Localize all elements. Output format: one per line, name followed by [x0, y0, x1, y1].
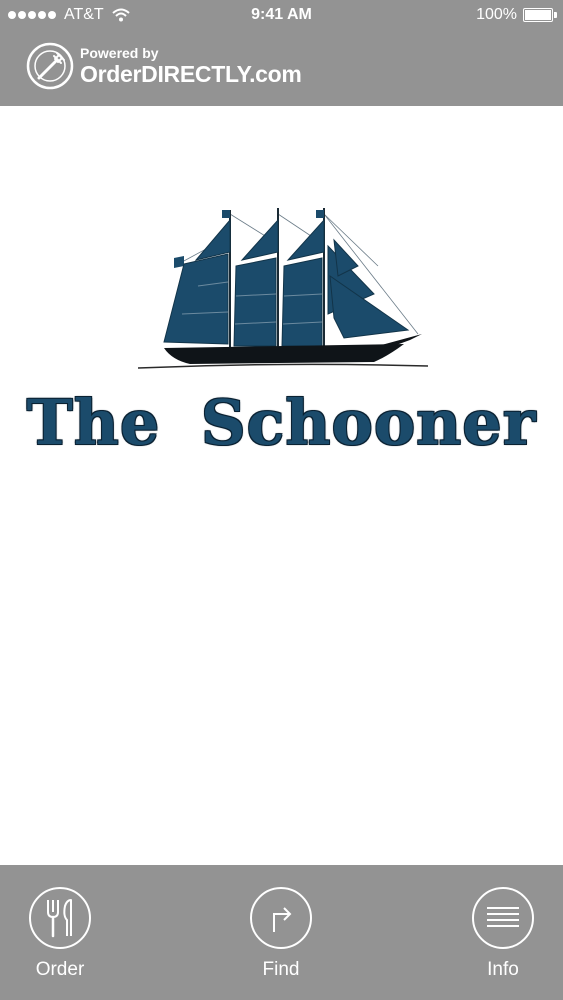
status-bar: AT&T 9:41 AM 100%: [0, 0, 563, 32]
app-screen: AT&T 9:41 AM 100% Powered by OrderDIRECT…: [0, 0, 563, 1000]
text-lines-icon: [487, 907, 519, 927]
schooner-ship-icon: [138, 208, 428, 369]
tab-order-circle[interactable]: [29, 887, 91, 949]
brand-text: Powered by OrderDIRECTLY.com: [80, 46, 302, 86]
powered-by-label: Powered by: [80, 45, 159, 61]
tab-order[interactable]: Order: [5, 887, 115, 981]
tab-order-label: Order: [35, 959, 85, 980]
directions-arrow-icon: [273, 907, 292, 932]
restaurant-name: The Schooner: [26, 386, 537, 459]
tab-find-circle[interactable]: [250, 887, 312, 949]
status-right: 100%: [476, 6, 557, 24]
tab-find-label: Find: [262, 959, 300, 980]
tab-info[interactable]: Info: [448, 887, 558, 981]
brand-logo: Powered by OrderDIRECTLY.com: [26, 42, 302, 90]
brand-name: OrderDIRECTLY.com: [80, 61, 302, 87]
battery-fill: [525, 10, 551, 20]
battery-percentage: 100%: [476, 6, 517, 23]
tab-info-circle[interactable]: [472, 887, 534, 949]
main-content: The Schooner: [0, 106, 563, 865]
fork-knife-icon: [47, 899, 72, 938]
tab-info-label: Info: [487, 959, 519, 980]
tab-bar: Order Find Info: [0, 865, 563, 1000]
fork-plate-icon: [26, 42, 74, 90]
battery-icon: [523, 8, 557, 22]
header: AT&T 9:41 AM 100% Powered by OrderDIRECT…: [0, 0, 563, 106]
tab-find[interactable]: Find: [226, 887, 336, 981]
